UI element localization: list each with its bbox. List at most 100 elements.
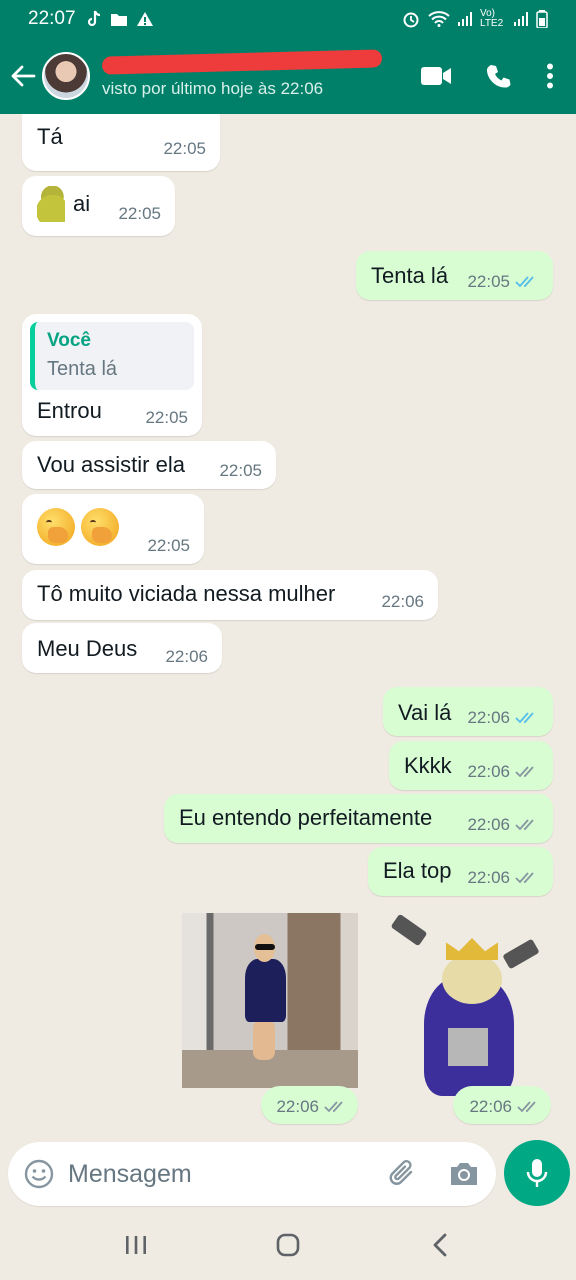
message-outgoing[interactable]: Ela top 22:06: [368, 847, 553, 896]
message-incoming[interactable]: Tô muito viciada nessa mulher 22:06: [22, 570, 438, 620]
mic-icon: [526, 1159, 548, 1187]
message-text: Vai lá: [398, 700, 452, 725]
contact-avatar[interactable]: [42, 52, 90, 100]
pear-emoji-icon: [37, 186, 65, 222]
delivered-ticks-icon: [515, 819, 534, 831]
warning-icon: [136, 12, 153, 26]
voice-record-button[interactable]: [504, 1140, 570, 1206]
quote-text: Tenta lá: [47, 358, 118, 380]
emoji-icon: [24, 1159, 54, 1189]
attach-button[interactable]: [388, 1159, 418, 1189]
message-incoming[interactable]: Vou assistir ela 22:05: [22, 441, 276, 489]
message-outgoing[interactable]: Kkkk 22:06: [389, 741, 553, 790]
hand-over-mouth-emoji-icon: [81, 508, 119, 546]
message-time: 22:06: [467, 868, 510, 887]
status-notification-icons: [86, 10, 154, 28]
message-meta: 22:06: [467, 762, 539, 782]
composer: [0, 1140, 576, 1210]
message-time: 22:06: [467, 708, 510, 727]
video-call-button[interactable]: [420, 65, 452, 87]
message-incoming[interactable]: Meu Deus 22:06: [22, 623, 222, 673]
delivered-ticks-icon: [517, 1101, 536, 1113]
message-incoming-reply[interactable]: Você Tenta lá Entrou 22:05: [22, 314, 202, 436]
quoted-message[interactable]: Você Tenta lá: [30, 322, 194, 390]
folder-icon: [110, 13, 127, 26]
sticker-pistol-left: [390, 913, 428, 947]
message-meta: 22:06: [469, 1097, 541, 1117]
contact-last-seen: visto por último hoje às 22:06: [102, 79, 324, 98]
media-time-pill: 22:06: [261, 1086, 358, 1124]
message-meta: 22:06: [467, 708, 539, 728]
message-time: 22:06: [467, 762, 510, 781]
photo-sunglasses: [255, 944, 276, 951]
message-meta: 22:06: [165, 647, 208, 667]
header-actions: [420, 63, 576, 89]
back-button[interactable]: [4, 56, 42, 96]
delivered-ticks-icon: [324, 1101, 343, 1113]
status-time: 22:07: [28, 8, 76, 29]
status-bar: 22:07 Vo) LTE2: [0, 0, 576, 38]
read-ticks-icon: [515, 276, 534, 288]
tiktok-icon: [87, 10, 100, 27]
sticker-face: [442, 954, 502, 1004]
message-incoming[interactable]: Tá 22:05: [22, 114, 220, 171]
message-meta: 22:06: [467, 868, 539, 888]
message-time: 22:06: [381, 592, 424, 611]
signal-icon: [458, 12, 472, 26]
recent-apps-button[interactable]: [106, 1220, 166, 1270]
message-content: ai: [37, 186, 90, 222]
sticker-message[interactable]: [384, 913, 552, 1096]
message-outgoing[interactable]: Vai lá 22:06: [383, 687, 553, 736]
emoji-button[interactable]: [24, 1159, 54, 1189]
message-time: 22:05: [118, 204, 161, 223]
message-incoming[interactable]: 22:05: [22, 494, 204, 564]
message-text: Entrou: [37, 398, 102, 423]
chat-area[interactable]: Tá 22:05 ai 22:05 Tenta lá 22:05 Você Te…: [0, 114, 576, 1140]
message-meta: 22:05: [145, 408, 188, 428]
sticker-pistol-right: [502, 938, 540, 970]
contact-name-redacted: [101, 49, 383, 75]
phone-icon: [487, 65, 511, 88]
back-arrow-icon: [11, 65, 36, 87]
message-incoming[interactable]: ai 22:05: [22, 176, 175, 236]
chevron-left-icon: [433, 1233, 447, 1257]
message-input-box[interactable]: [8, 1142, 496, 1206]
emoji-content: [37, 508, 119, 546]
video-call-icon: [421, 67, 451, 85]
message-text: Ela top: [383, 858, 452, 883]
redaction-mark: [101, 49, 383, 75]
network-label: Vo) LTE2: [480, 8, 504, 29]
more-options-button[interactable]: [546, 63, 554, 89]
message-input[interactable]: [68, 1159, 368, 1189]
home-button[interactable]: [258, 1220, 318, 1270]
quote-author: Você: [47, 330, 92, 351]
message-outgoing[interactable]: Tenta lá 22:05: [356, 251, 553, 300]
message-time: 22:05: [219, 461, 262, 480]
message-text: Vou assistir ela: [37, 452, 185, 477]
message-meta: 22:05: [118, 204, 161, 224]
message-time: 22:05: [163, 139, 206, 158]
message-time: 22:06: [276, 1097, 319, 1116]
alarm-icon: [403, 12, 419, 28]
gif-message[interactable]: [182, 913, 358, 1088]
message-text: Tá: [37, 124, 63, 149]
contact-info[interactable]: visto por último hoje às 22:06: [101, 49, 383, 99]
voice-call-button[interactable]: [486, 63, 512, 89]
system-back-button[interactable]: [410, 1220, 470, 1270]
system-nav-bar: [0, 1210, 576, 1280]
message-outgoing[interactable]: Eu entendo perfeitamente 22:06: [164, 794, 553, 843]
delivered-ticks-icon: [515, 766, 534, 778]
message-meta: 22:05: [163, 139, 206, 159]
home-icon: [276, 1233, 300, 1257]
message-time: 22:06: [469, 1097, 512, 1116]
status-system-icons: Vo) LTE2: [402, 9, 548, 29]
attach-icon: [389, 1160, 413, 1185]
message-time: 22:06: [165, 647, 208, 666]
more-options-icon: [547, 63, 553, 89]
message-meta: 22:06: [381, 592, 424, 612]
message-text: Kkkk: [404, 753, 452, 778]
message-text: Eu entendo perfeitamente: [179, 805, 433, 830]
camera-button[interactable]: [448, 1160, 480, 1188]
photo-body: [244, 959, 287, 1023]
wifi-icon: [428, 11, 450, 27]
